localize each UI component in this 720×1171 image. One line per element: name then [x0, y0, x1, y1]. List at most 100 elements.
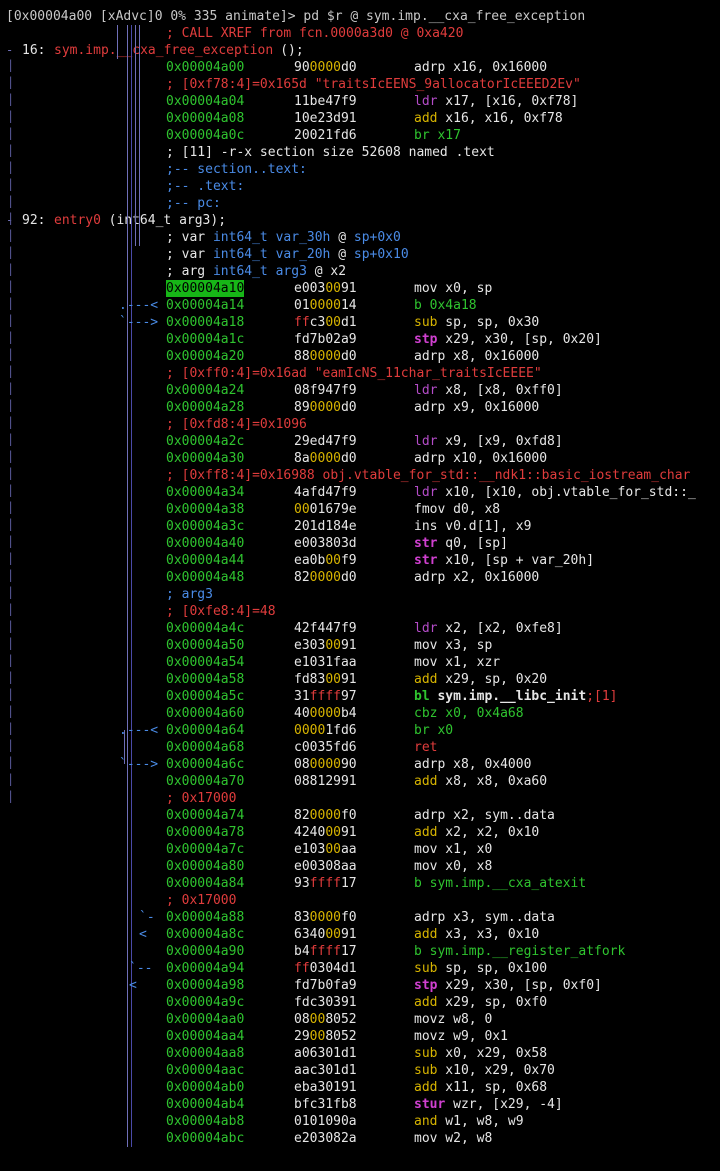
instruction-text: str q0, [sp]: [414, 535, 508, 552]
jump-arrow[interactable]: `-<: [139, 909, 160, 943]
comment: ; [0xfd8:4]=0x1096: [166, 417, 307, 432]
comment-token: var: [173, 247, 206, 262]
instruction-address[interactable]: 0x00004a5c: [166, 688, 244, 705]
instruction-address[interactable]: 0x00004aa4: [166, 1028, 244, 1045]
byte: 00: [309, 723, 326, 738]
instruction-text: mov x1, xzr: [414, 654, 500, 671]
byte: ed: [309, 434, 326, 449]
instruction-text: b sym.imp.__register_atfork: [414, 943, 625, 960]
instruction-address[interactable]: 0x00004ab8: [166, 1113, 244, 1130]
operands: wzr, [x29, -4]: [445, 1097, 563, 1112]
instruction-address[interactable]: 0x00004a9c: [166, 994, 244, 1011]
instruction-address[interactable]: 0x00004a24: [166, 382, 244, 399]
instruction-address[interactable]: 0x00004abc: [166, 1130, 244, 1147]
instruction-address[interactable]: 0x00004a60: [166, 705, 244, 722]
instruction-address[interactable]: 0x00004a04: [166, 93, 244, 110]
mnemonic: mov: [414, 1131, 438, 1146]
instruction-address[interactable]: 0x00004aa8: [166, 1045, 244, 1062]
instruction-address[interactable]: 0x00004a2c: [166, 433, 244, 450]
instruction-address[interactable]: 0x00004a54: [166, 654, 244, 671]
byte: 40: [309, 825, 326, 840]
instruction-address[interactable]: 0x00004a50: [166, 637, 244, 654]
instruction-address[interactable]: 0x00004a08: [166, 110, 244, 127]
gutter-pipe: |: [7, 568, 15, 582]
byte: f9: [340, 485, 357, 500]
instruction-address[interactable]: 0x00004a34: [166, 484, 244, 501]
gutter-pipe: |: [7, 330, 15, 344]
mnemonic: and: [414, 1114, 438, 1129]
instruction-address[interactable]: 0x00004a28: [166, 399, 244, 416]
instruction-address[interactable]: 0x00004a00: [166, 59, 244, 76]
instruction-address[interactable]: 0x00004ab0: [166, 1079, 244, 1096]
operands: x8, [x8, 0xff0]: [437, 383, 563, 398]
operands: x16, x16, 0xf78: [437, 111, 563, 126]
instruction-address[interactable]: 0x00004a58: [166, 671, 244, 688]
instruction-address[interactable]: 0x00004a4c: [166, 620, 244, 637]
comment: ;-- .text:: [166, 179, 245, 194]
operands: x8, x8, 0xa60: [437, 774, 548, 789]
byte: fd: [309, 485, 326, 500]
instruction-address[interactable]: 0x00004aac: [166, 1062, 244, 1079]
instruction-address[interactable]: 0x00004a8c: [166, 926, 244, 943]
instruction-address[interactable]: 0x00004aa0: [166, 1011, 244, 1028]
instruction-address[interactable]: 0x00004a88: [166, 909, 244, 926]
byte: 00: [309, 1029, 326, 1044]
instruction-address[interactable]: 0x00004a14: [166, 297, 244, 314]
comment: ;-- section..text:: [166, 162, 307, 177]
instruction-address[interactable]: 0x00004a94: [166, 960, 244, 977]
instruction-address[interactable]: 0x00004a1c: [166, 331, 244, 348]
instruction-address[interactable]: 0x00004a84: [166, 875, 244, 892]
instruction-address[interactable]: 0x00004a44: [166, 552, 244, 569]
byte: 03: [309, 740, 326, 755]
instruction-address[interactable]: 0x00004ab4: [166, 1096, 244, 1113]
operands: x8, 0x4000: [445, 757, 532, 772]
jump-arrow[interactable]: `--<: [129, 960, 160, 994]
instruction-address[interactable]: 0x00004a38: [166, 501, 244, 518]
instruction-address[interactable]: 0x00004a64: [166, 722, 244, 739]
instruction-address[interactable]: 0x00004a48: [166, 569, 244, 586]
instruction-address[interactable]: 0x00004a70: [166, 773, 244, 790]
instruction-bytes: 20021fd6: [294, 127, 357, 144]
mnemonic: stp: [414, 978, 438, 993]
instruction-address[interactable]: 0x00004a90: [166, 943, 244, 960]
instruction-address[interactable]: 0x00004a18: [166, 314, 244, 331]
instruction-address[interactable]: 0x00004a30: [166, 450, 244, 467]
instruction-address[interactable]: 0x00004a78: [166, 824, 244, 841]
instruction-address[interactable]: 0x00004a98: [166, 977, 244, 994]
instruction-text: adrp x2, 0x16000: [414, 569, 539, 586]
byte: c3: [309, 995, 326, 1010]
instruction-address[interactable]: 0x00004a6c: [166, 756, 244, 773]
byte: 00: [325, 825, 341, 840]
byte: d0: [340, 60, 357, 75]
instruction-bytes: 29ed47f9: [294, 433, 357, 450]
jump-arrow[interactable]: .---<: [119, 297, 158, 314]
instruction-address[interactable]: 0x00004a0c: [166, 127, 244, 144]
jump-arrow[interactable]: `--->: [119, 314, 158, 331]
instruction-address[interactable]: 0x00004a3c: [166, 518, 244, 535]
gutter-pipe: |: [7, 75, 15, 89]
byte: 00: [309, 808, 326, 823]
instruction-address[interactable]: 0x00004a40: [166, 535, 244, 552]
gutter-pipe: |: [7, 211, 15, 225]
comment-token: @: [306, 264, 323, 279]
byte: 9e: [340, 502, 357, 517]
instruction-address[interactable]: 0x00004a7c: [166, 841, 244, 858]
instruction-text: add x8, x8, 0xa60: [414, 773, 547, 790]
byte: 8a: [294, 451, 310, 466]
xref-comment: ; CALL XREF from fcn.0000a3d0 @ 0xa420: [166, 26, 464, 41]
instruction-text: str x10, [sp + var_20h]: [414, 552, 594, 569]
byte: 17: [340, 944, 357, 959]
call-ref[interactable]: ;[1]: [586, 689, 617, 704]
gutter-pipe: |: [7, 687, 15, 701]
instruction-address[interactable]: 0x00004a20: [166, 348, 244, 365]
disassembly-terminal[interactable]: [0x00004a00 [xAdvc]0 0% 335 animate]> pd…: [0, 0, 720, 1171]
comment-token: var_20h: [267, 247, 331, 262]
byte: 0b: [309, 553, 326, 568]
mnemonic: adrp: [414, 570, 446, 585]
mnemonic: adrp: [414, 400, 446, 415]
instruction-address[interactable]: 0x00004a68: [166, 739, 244, 756]
byte: f0: [340, 808, 357, 823]
instruction-address[interactable]: 0x00004a74: [166, 807, 244, 824]
instruction-address[interactable]: 0x00004a80: [166, 858, 244, 875]
instruction-address[interactable]: 0x00004a10: [166, 280, 245, 297]
